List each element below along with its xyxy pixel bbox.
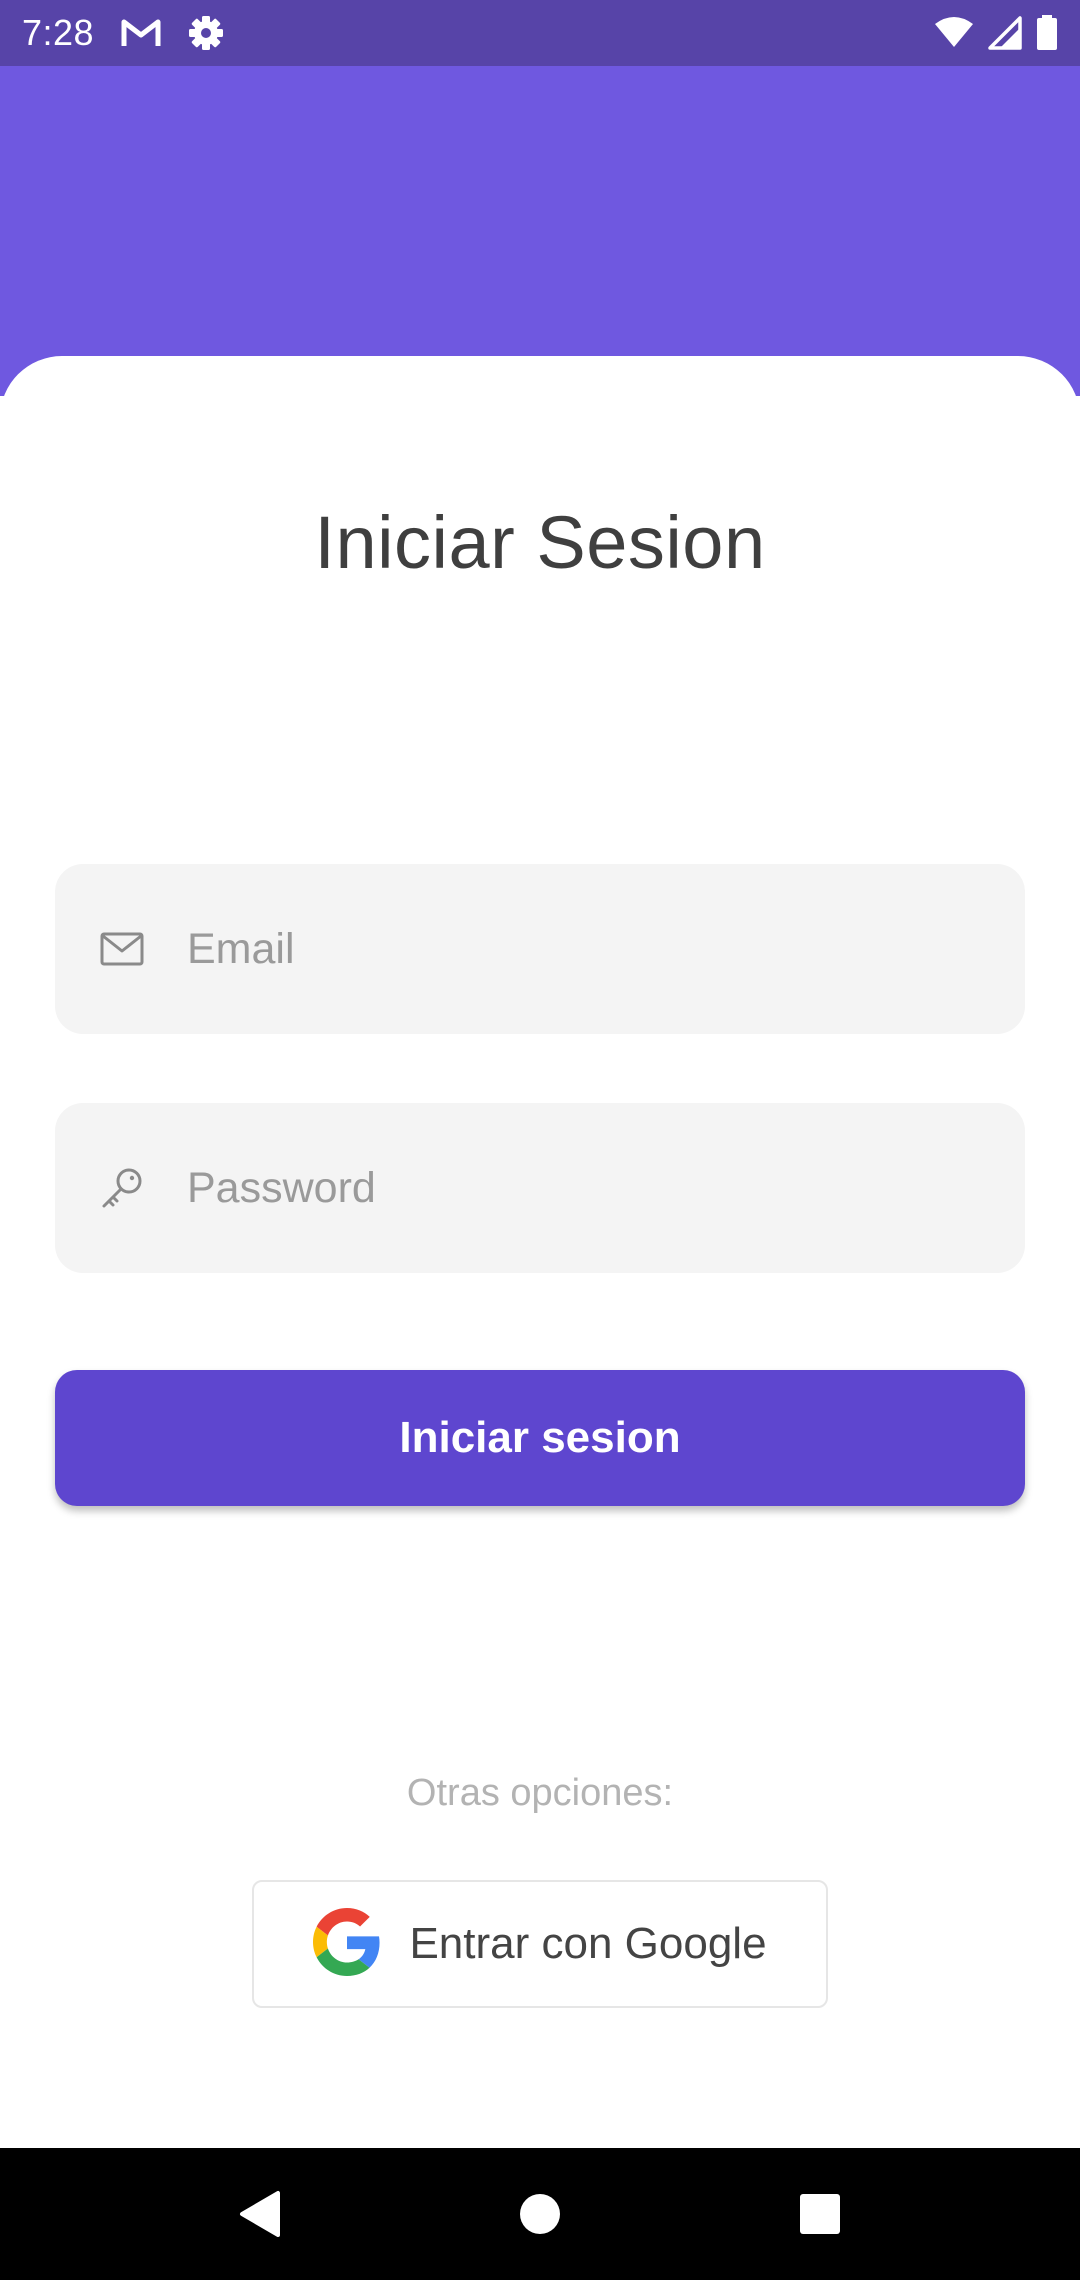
recents-icon[interactable] <box>780 2174 860 2254</box>
email-field[interactable] <box>55 864 1025 1034</box>
login-button[interactable]: Iniciar sesion <box>55 1370 1025 1506</box>
password-field[interactable] <box>55 1103 1025 1273</box>
password-input[interactable] <box>187 1163 947 1213</box>
settings-icon <box>188 15 224 51</box>
battery-icon <box>1036 15 1058 51</box>
other-options-label: Otras opciones: <box>406 1772 674 1814</box>
wifi-icon <box>934 17 974 49</box>
google-button-label: Entrar con Google <box>409 1919 767 1968</box>
page-title: Iniciar Sesion <box>314 501 766 584</box>
gmail-icon <box>120 17 162 49</box>
mail-icon <box>99 926 145 972</box>
navigation-bar <box>0 2148 1080 2280</box>
home-icon[interactable] <box>500 2174 580 2254</box>
status-right <box>934 15 1058 51</box>
key-icon <box>99 1165 145 1211</box>
status-time: 7:28 <box>22 12 95 53</box>
status-bar: 7:28 <box>0 0 1080 66</box>
back-icon[interactable] <box>220 2174 300 2254</box>
cell-signal-icon <box>988 16 1022 50</box>
google-signin-button[interactable]: Entrar con Google <box>252 1880 828 2008</box>
google-logo-icon <box>313 1907 381 1981</box>
header-band <box>0 66 1080 396</box>
status-left: 7:28 <box>22 12 224 54</box>
email-input[interactable] <box>187 924 947 974</box>
